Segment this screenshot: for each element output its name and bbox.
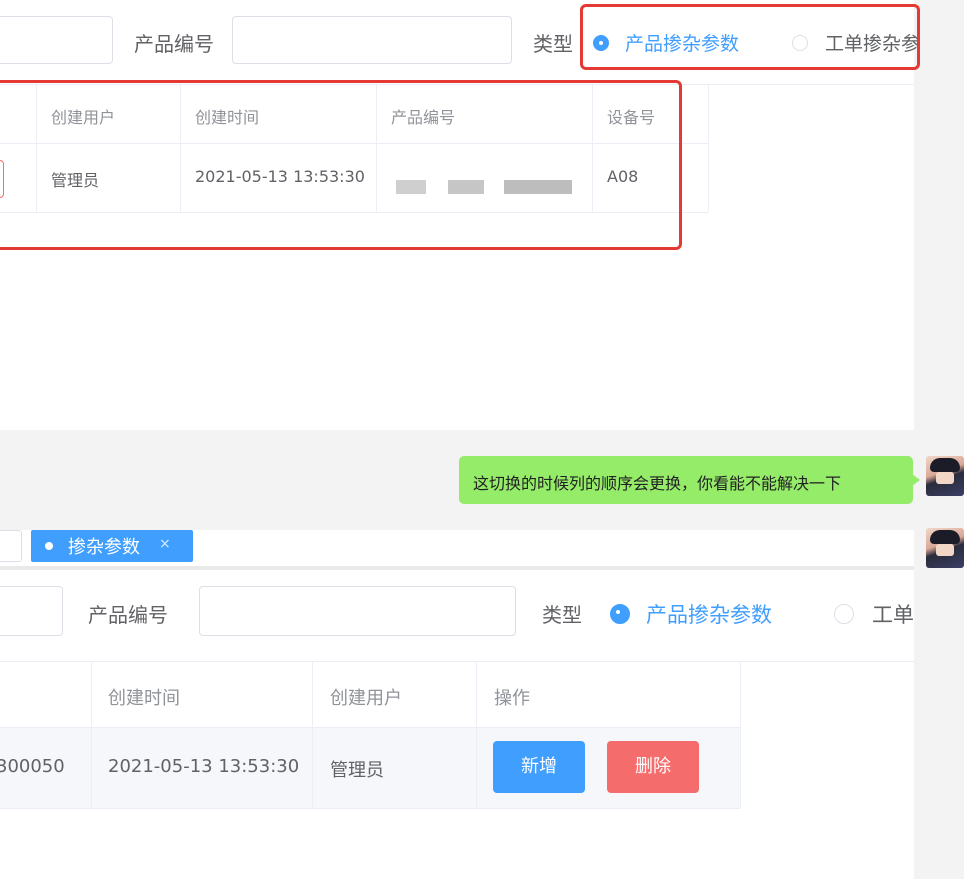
- radio-product-doping-label[interactable]: 产品掺杂参数: [646, 599, 772, 629]
- cell-created-time: 2021-05-13 13:53:30: [108, 756, 300, 777]
- chat-bubble: 这切换的时候列的顺序会更换，你看能不能解决一下: [459, 456, 913, 504]
- th-actions: 操作: [494, 688, 530, 709]
- bottom-screenshot-panel: 产品编号 类型 产品掺杂参数 工单 创建时间 创建用户 操作 300050 20…: [0, 570, 914, 879]
- radio-product-doping[interactable]: [610, 604, 630, 624]
- bottom-tag-bar: 掺杂参数 ×: [0, 530, 914, 566]
- col-divider: [708, 84, 709, 212]
- chat-bubble-tail: [912, 474, 920, 486]
- type-label: 类型: [542, 603, 582, 627]
- highlight-radio-box: [580, 4, 920, 70]
- radio-workorder-doping[interactable]: [834, 604, 854, 624]
- col-divider: [740, 661, 741, 808]
- user-avatar[interactable]: [926, 528, 964, 568]
- col-divider: [312, 661, 313, 808]
- tag-doping-params[interactable]: 掺杂参数 ×: [31, 530, 193, 562]
- cell-created-user: 管理员: [330, 760, 384, 781]
- chat-message-text: 这切换的时候列的顺序会更换，你看能不能解决一下: [473, 474, 842, 493]
- tag-label: 掺杂参数: [68, 537, 140, 558]
- top-screenshot-panel: 产品编号 类型 产品掺杂参数 工单掺杂参 创建用户 创建时间 产品编号 设备号 …: [0, 0, 920, 430]
- table-top-border: [0, 661, 914, 662]
- delete-button[interactable]: 删除: [607, 741, 699, 793]
- filter-input-left[interactable]: [0, 16, 113, 64]
- tag-dot-icon: [45, 542, 53, 550]
- highlight-table-box: [0, 80, 682, 250]
- type-label: 类型: [533, 32, 573, 56]
- filter-input-left[interactable]: [0, 586, 63, 636]
- user-avatar[interactable]: [926, 456, 964, 496]
- tag-close-icon[interactable]: ×: [159, 536, 171, 552]
- th-created-time: 创建时间: [108, 688, 180, 709]
- product-no-input[interactable]: [232, 16, 512, 64]
- th-created-user: 创建用户: [330, 688, 402, 709]
- col-divider: [91, 661, 92, 808]
- add-button[interactable]: 新增: [493, 741, 585, 793]
- product-no-label: 产品编号: [134, 32, 214, 56]
- product-no-input[interactable]: [199, 586, 516, 636]
- cell-product-no-partial: 300050: [0, 756, 65, 777]
- product-no-label: 产品编号: [88, 603, 168, 627]
- tag-bar-left-input[interactable]: [0, 530, 22, 562]
- radio-workorder-doping-label[interactable]: 工单: [872, 599, 914, 629]
- col-divider: [476, 661, 477, 808]
- row-bottom-border: [0, 808, 740, 809]
